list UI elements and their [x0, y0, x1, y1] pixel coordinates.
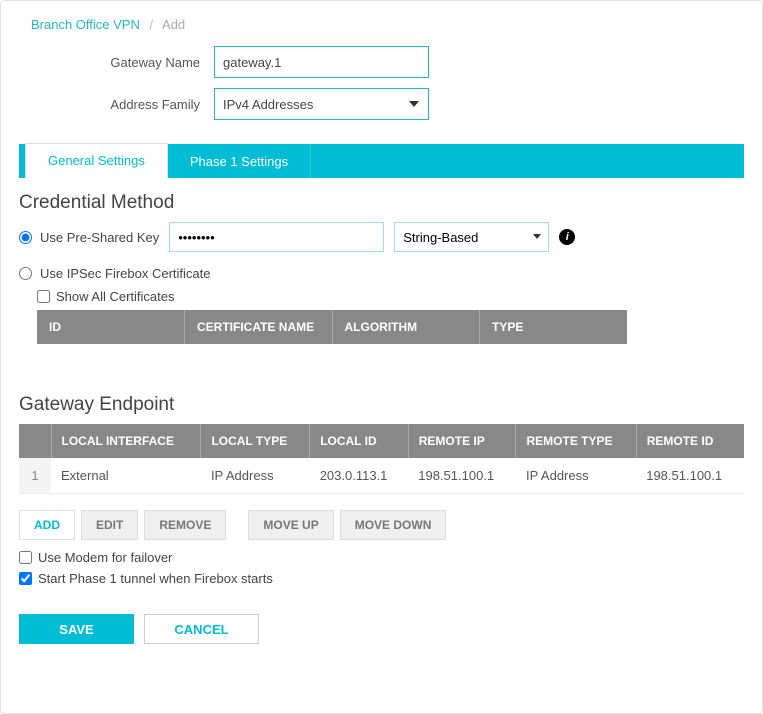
cert-col-type: TYPE — [480, 310, 628, 344]
ep-row-remote-id: 198.51.100.1 — [636, 458, 744, 494]
tab-bar: General Settings Phase 1 Settings — [19, 144, 744, 178]
use-psk-radio[interactable] — [19, 231, 32, 244]
use-cert-radio[interactable] — [19, 267, 32, 280]
endpoint-table: LOCAL INTERFACE LOCAL TYPE LOCAL ID REMO… — [19, 424, 744, 494]
ep-col-remote-id: REMOTE ID — [636, 424, 744, 458]
info-icon: i — [559, 229, 575, 245]
breadcrumb-current: Add — [162, 17, 185, 32]
save-button[interactable]: SAVE — [19, 614, 134, 644]
start-phase1-checkbox[interactable] — [19, 572, 32, 585]
cancel-button[interactable]: CANCEL — [144, 614, 259, 644]
breadcrumb-parent[interactable]: Branch Office VPN — [31, 17, 140, 32]
cert-table: ID CERTIFICATE NAME ALGORITHM TYPE — [37, 310, 627, 344]
credential-method-heading: Credential Method — [19, 192, 744, 214]
add-button[interactable]: ADD — [19, 510, 75, 540]
ep-col-local-type: LOCAL TYPE — [201, 424, 310, 458]
ep-row-remote-ip: 198.51.100.1 — [408, 458, 516, 494]
start-phase1-label: Start Phase 1 tunnel when Firebox starts — [38, 571, 273, 586]
edit-button[interactable]: EDIT — [81, 510, 138, 540]
ep-row-local-if: External — [51, 458, 201, 494]
ep-row-local-id: 203.0.113.1 — [310, 458, 409, 494]
show-all-certs-checkbox[interactable] — [37, 290, 50, 303]
ep-row-num: 1 — [19, 458, 51, 494]
modem-failover-label: Use Modem for failover — [38, 550, 172, 565]
ep-col-local-if: LOCAL INTERFACE — [51, 424, 201, 458]
modem-failover-checkbox[interactable] — [19, 551, 32, 564]
tab-phase1-settings[interactable]: Phase 1 Settings — [168, 144, 311, 178]
psk-input[interactable] — [169, 222, 384, 252]
ep-col-remote-type: REMOTE TYPE — [516, 424, 636, 458]
gateway-endpoint-heading: Gateway Endpoint — [19, 394, 744, 416]
address-family-select[interactable]: IPv4 Addresses — [214, 88, 429, 120]
ep-col-num — [19, 424, 51, 458]
cert-col-algo: ALGORITHM — [332, 310, 480, 344]
use-cert-label: Use IPSec Firebox Certificate — [40, 266, 211, 281]
move-up-button[interactable]: MOVE UP — [248, 510, 333, 540]
remove-button[interactable]: REMOVE — [144, 510, 226, 540]
table-row[interactable]: 1 External IP Address 203.0.113.1 198.51… — [19, 458, 744, 494]
ep-col-remote-ip: REMOTE IP — [408, 424, 516, 458]
gateway-name-input[interactable] — [214, 46, 429, 78]
cert-col-id: ID — [37, 310, 185, 344]
move-down-button[interactable]: MOVE DOWN — [340, 510, 447, 540]
ep-row-local-type: IP Address — [201, 458, 310, 494]
use-psk-label: Use Pre-Shared Key — [40, 230, 159, 245]
tab-general-settings[interactable]: General Settings — [25, 143, 168, 178]
gateway-name-label: Gateway Name — [19, 55, 214, 70]
breadcrumb: Branch Office VPN / Add — [31, 17, 744, 32]
ep-col-local-id: LOCAL ID — [310, 424, 409, 458]
cert-col-name: CERTIFICATE NAME — [185, 310, 333, 344]
address-family-label: Address Family — [19, 97, 214, 112]
show-all-certs-label: Show All Certificates — [56, 289, 175, 304]
ep-row-remote-type: IP Address — [516, 458, 636, 494]
psk-type-select[interactable]: String-Based — [394, 222, 549, 252]
